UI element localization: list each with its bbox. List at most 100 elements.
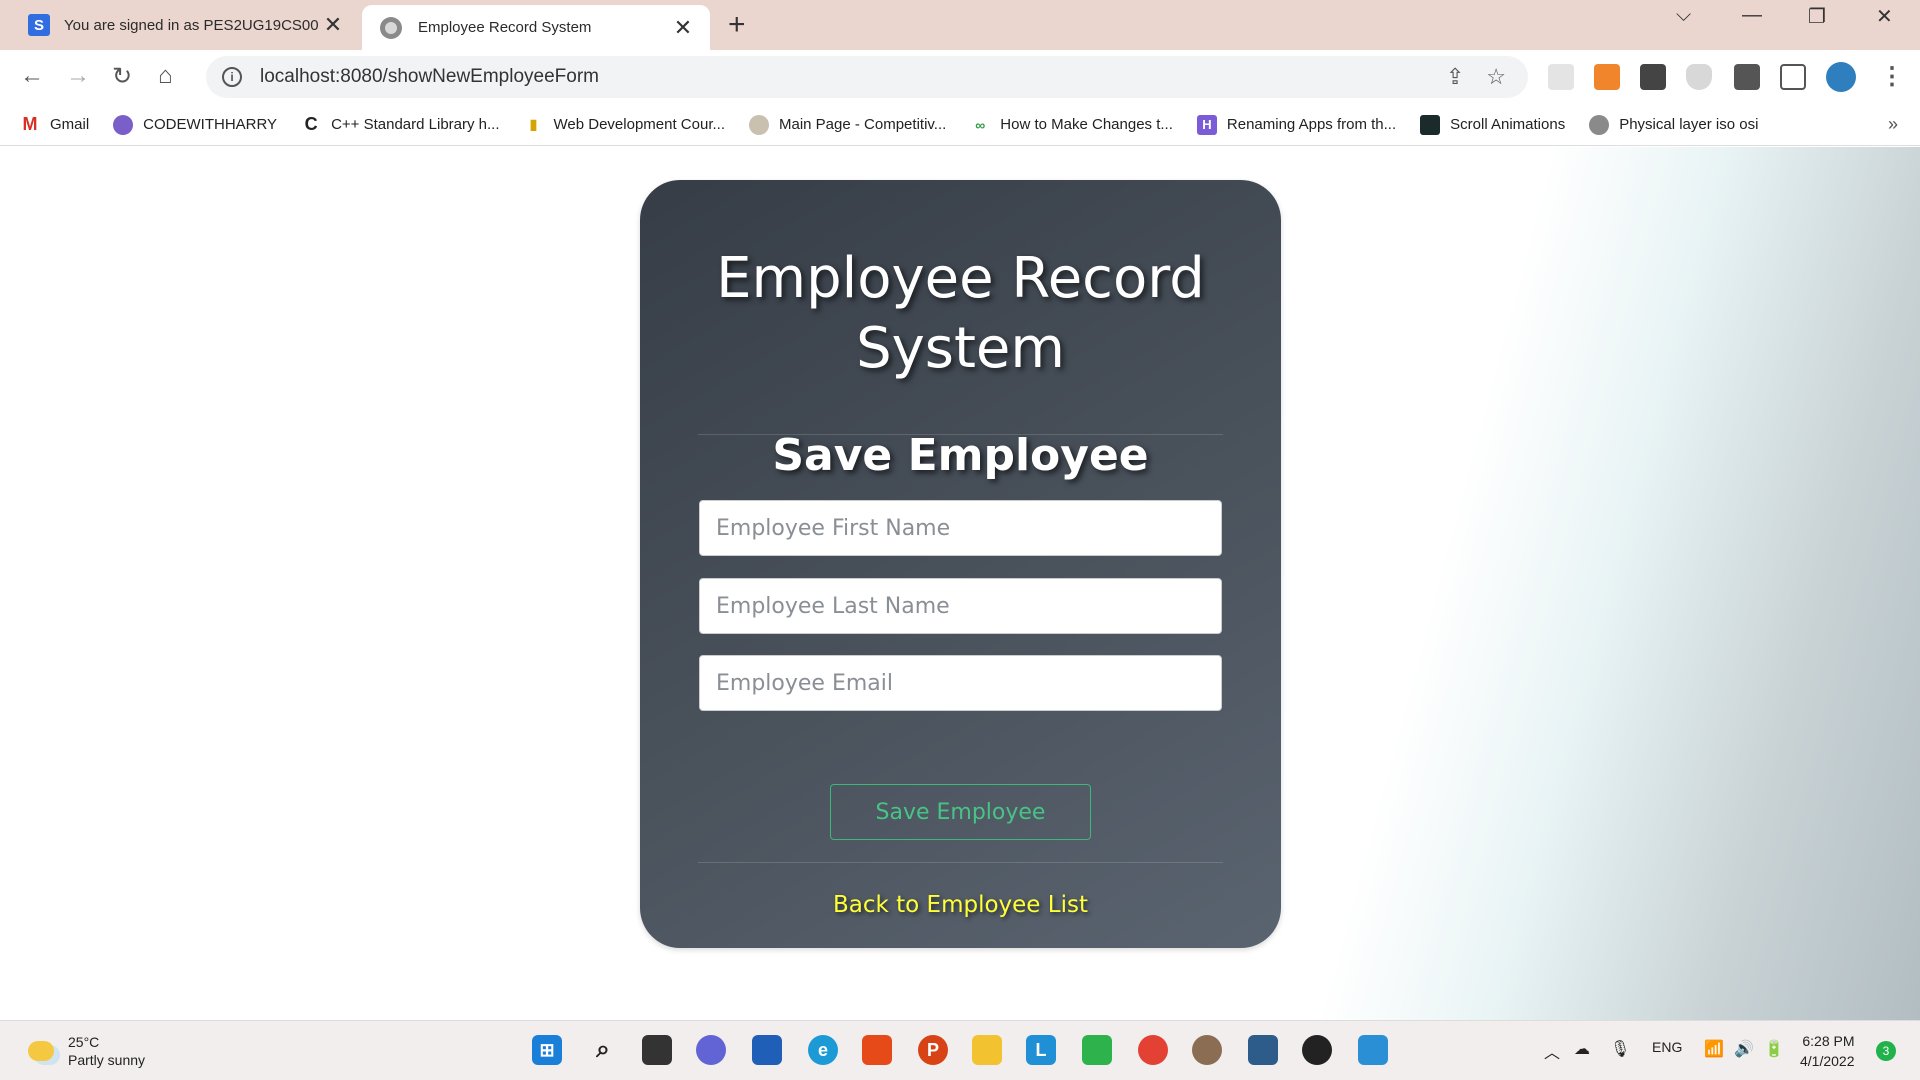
powerpoint-icon[interactable]: P bbox=[918, 1035, 948, 1065]
new-tab-button[interactable]: + bbox=[728, 8, 746, 42]
bookmark-web-dev[interactable]: ▮ Web Development Cour... bbox=[523, 114, 725, 135]
scroll-icon bbox=[1420, 114, 1441, 135]
tab-title: You are signed in as PES2UG19CS008 bbox=[64, 16, 318, 34]
time: 6:28 PM bbox=[1802, 1033, 1855, 1049]
bookmark-label: How to Make Changes t... bbox=[1000, 116, 1173, 133]
tab-strip: S You are signed in as PES2UG19CS008 ✕ E… bbox=[0, 0, 1920, 50]
last-name-field[interactable] bbox=[699, 578, 1222, 634]
cloud-icon[interactable]: ☁ bbox=[1574, 1039, 1590, 1059]
bookmarks-bar: M Gmail CODEWITHHARRY C C++ Standard Lib… bbox=[0, 104, 1920, 146]
info-icon[interactable]: i bbox=[222, 67, 242, 87]
close-window-icon[interactable]: ✕ bbox=[1876, 4, 1893, 29]
store-icon[interactable] bbox=[752, 1035, 782, 1065]
date: 4/1/2022 bbox=[1800, 1053, 1855, 1069]
shield-icon[interactable] bbox=[1686, 64, 1712, 90]
task-view-icon[interactable] bbox=[642, 1035, 672, 1065]
notification-badge[interactable]: 3 bbox=[1876, 1041, 1896, 1061]
bookmark-label: C++ Standard Library h... bbox=[331, 116, 500, 133]
url-text[interactable]: localhost:8080/showNewEmployeeForm bbox=[260, 66, 1446, 88]
bookmark-competitive[interactable]: Main Page - Competitiv... bbox=[749, 114, 947, 135]
reload-icon[interactable]: ↻ bbox=[112, 62, 132, 91]
close-icon[interactable]: ✕ bbox=[668, 15, 698, 41]
chat-icon[interactable] bbox=[696, 1035, 726, 1065]
gmail-icon: M bbox=[20, 114, 40, 135]
partly-sunny-icon bbox=[28, 1041, 54, 1061]
minimize-icon[interactable]: — bbox=[1742, 4, 1762, 27]
search-icon[interactable]: ⌕ bbox=[588, 1035, 618, 1065]
competitive-icon bbox=[749, 114, 769, 135]
cplusplus-icon: C bbox=[301, 114, 322, 135]
clock[interactable]: 6:28 PM 4/1/2022 bbox=[1800, 1031, 1855, 1071]
temperature: 25°C bbox=[68, 1034, 100, 1050]
weather-condition: Partly sunny bbox=[68, 1052, 146, 1068]
extension-icon[interactable] bbox=[1548, 64, 1574, 90]
save-employee-button[interactable]: Save Employee bbox=[830, 784, 1091, 840]
menu-icon[interactable]: ⋮ bbox=[1880, 62, 1904, 91]
tab-search-icon[interactable]: ⌵ bbox=[1676, 4, 1691, 27]
tab-signed-in[interactable]: S You are signed in as PES2UG19CS008 ✕ bbox=[0, 0, 360, 50]
bookmark-label: Web Development Cour... bbox=[553, 116, 725, 133]
messages-icon[interactable] bbox=[1082, 1035, 1112, 1065]
app-icon[interactable] bbox=[1192, 1035, 1222, 1065]
language-indicator[interactable]: ENG bbox=[1652, 1039, 1682, 1055]
edge-icon[interactable]: e bbox=[808, 1035, 838, 1065]
browser-toolbar: ← → ↻ ⌂ i localhost:8080/showNewEmployee… bbox=[0, 50, 1920, 104]
email-field[interactable] bbox=[699, 655, 1222, 711]
chrome-icon[interactable] bbox=[1138, 1035, 1168, 1065]
office-icon[interactable] bbox=[862, 1035, 892, 1065]
bookmark-physical-layer[interactable]: Physical layer iso osi bbox=[1589, 114, 1759, 135]
restore-icon[interactable]: ❐ bbox=[1808, 4, 1826, 29]
puzzle-icon[interactable] bbox=[1734, 64, 1760, 90]
tab-title: Employee Record System bbox=[418, 19, 592, 36]
globe-icon bbox=[1589, 114, 1610, 135]
star-icon[interactable]: ☆ bbox=[1486, 64, 1506, 90]
bookmark-cplusplus[interactable]: C C++ Standard Library h... bbox=[301, 114, 500, 135]
bookmark-scroll-animations[interactable]: Scroll Animations bbox=[1420, 114, 1566, 135]
volume-icon[interactable]: 🔊 bbox=[1734, 1039, 1754, 1059]
first-name-field[interactable] bbox=[699, 500, 1222, 556]
forward-icon[interactable]: → bbox=[66, 62, 90, 90]
side-panel-icon[interactable] bbox=[1780, 64, 1806, 90]
renaming-icon: H bbox=[1196, 114, 1217, 135]
address-bar[interactable]: i localhost:8080/showNewEmployeeForm ⇪ ☆ bbox=[206, 56, 1528, 98]
chevron-up-icon[interactable]: ︿ bbox=[1544, 1039, 1560, 1063]
home-icon[interactable]: ⌂ bbox=[158, 62, 173, 90]
close-icon[interactable]: ✕ bbox=[318, 12, 348, 38]
form-heading: Save Employee bbox=[772, 430, 1149, 481]
metamask-icon[interactable] bbox=[1594, 64, 1620, 90]
wifi-icon[interactable]: 📶 bbox=[1704, 1039, 1724, 1059]
divider bbox=[698, 862, 1223, 863]
bookmark-label: Physical layer iso osi bbox=[1619, 116, 1759, 133]
tab-employee-record[interactable]: Employee Record System ✕ bbox=[362, 5, 710, 50]
back-to-list-link[interactable]: Back to Employee List bbox=[640, 892, 1281, 918]
more-bookmarks-icon[interactable]: » bbox=[1888, 114, 1898, 135]
bookmark-label: Scroll Animations bbox=[1450, 116, 1566, 133]
obs-icon[interactable] bbox=[1302, 1035, 1332, 1065]
share-icon[interactable]: ⇪ bbox=[1446, 64, 1464, 90]
bookmark-label: Main Page - Competitiv... bbox=[779, 116, 947, 133]
vscode-icon[interactable] bbox=[1248, 1035, 1278, 1065]
back-icon[interactable]: ← bbox=[20, 62, 44, 90]
media-icon[interactable] bbox=[1640, 64, 1666, 90]
microphone-icon[interactable]: 🎙 bbox=[1610, 1039, 1630, 1059]
codewithharry-icon bbox=[113, 114, 134, 135]
page-body: Employee Record System Save Employee Sav… bbox=[0, 147, 1920, 1020]
bookmark-label: Gmail bbox=[50, 116, 90, 133]
windows-start-icon[interactable]: ⊞ bbox=[532, 1035, 562, 1065]
page-title: Employee Record System bbox=[716, 246, 1205, 381]
bookmark-label: Renaming Apps from th... bbox=[1226, 116, 1397, 133]
l-app-icon[interactable]: L bbox=[1026, 1035, 1056, 1065]
bookmark-renaming-apps[interactable]: H Renaming Apps from th... bbox=[1196, 114, 1397, 135]
form-card: Employee Record System Save Employee Sav… bbox=[640, 180, 1281, 948]
photos-icon[interactable] bbox=[1358, 1035, 1388, 1065]
weather-widget[interactable]: 25°C Partly sunny bbox=[28, 1033, 145, 1069]
bookmark-how-to-make-changes[interactable]: ∞ How to Make Changes t... bbox=[970, 114, 1173, 135]
file-explorer-icon[interactable] bbox=[972, 1035, 1002, 1065]
bookmark-codewithharry[interactable]: CODEWITHHARRY bbox=[113, 114, 277, 135]
changes-icon: ∞ bbox=[970, 114, 991, 135]
bookmark-gmail[interactable]: M Gmail bbox=[20, 114, 90, 135]
bookmark-icon: ▮ bbox=[523, 114, 544, 135]
globe-icon bbox=[380, 16, 402, 39]
avatar[interactable] bbox=[1826, 62, 1856, 92]
battery-icon[interactable]: 🔋 bbox=[1764, 1039, 1784, 1059]
